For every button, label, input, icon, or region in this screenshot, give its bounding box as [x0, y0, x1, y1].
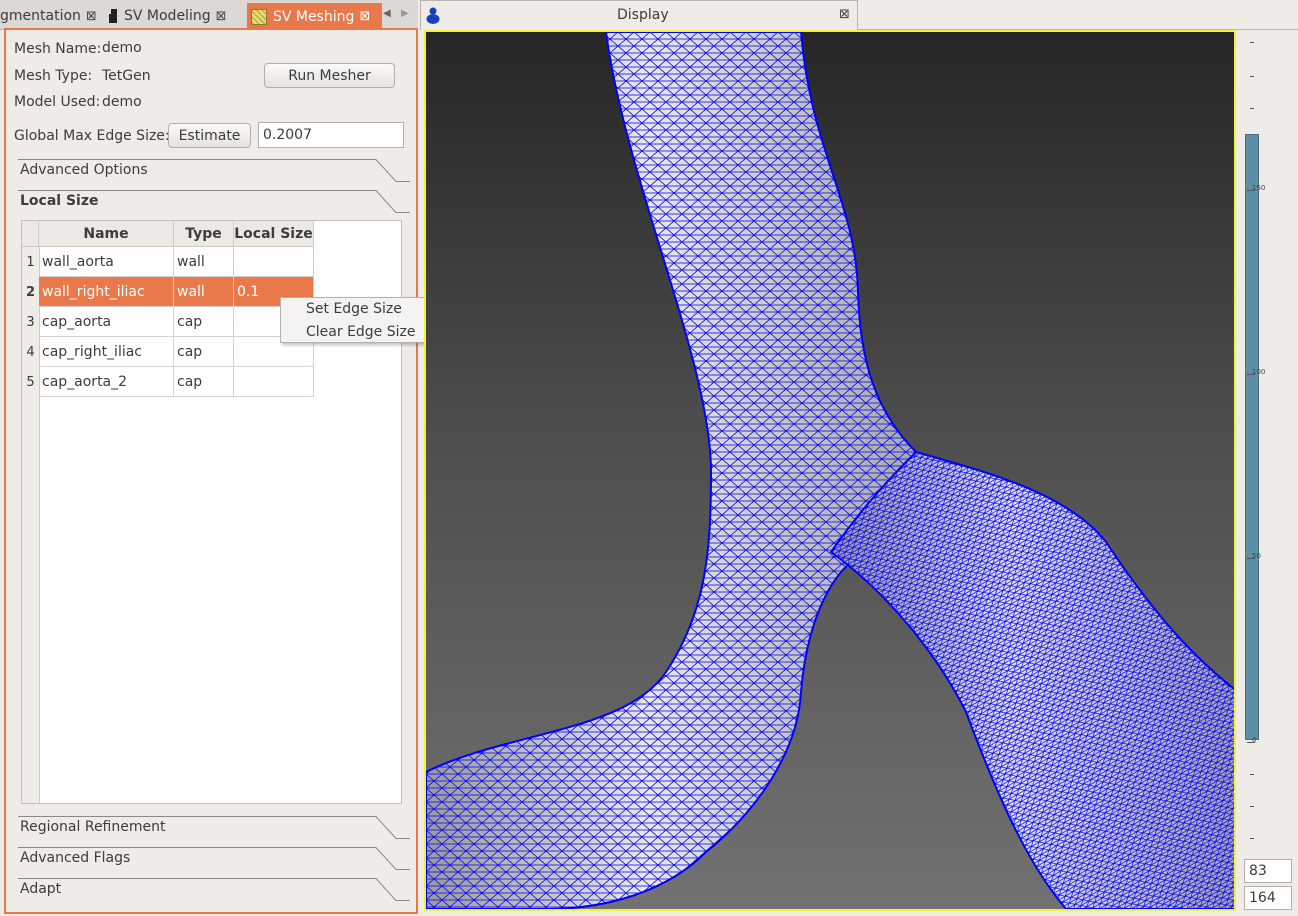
level-input[interactable]: 83	[1244, 859, 1292, 883]
scale-label-100: 100	[1252, 368, 1266, 376]
model-used-label: Model Used:	[14, 94, 101, 110]
close-icon[interactable]: ⊠	[216, 9, 227, 24]
section-title: Regional Refinement	[20, 819, 166, 835]
row-number: 4	[26, 344, 35, 360]
scroll-right-icon[interactable]: ▶	[401, 8, 409, 19]
display-tab[interactable]: Display ⊠	[420, 0, 858, 30]
regional-refinement-toggle[interactable]: Regional Refinement	[18, 816, 410, 842]
row-number: 2	[25, 284, 36, 300]
column-header-name[interactable]: Name	[39, 221, 174, 247]
cell-type[interactable]: cap	[174, 367, 234, 397]
scale-label-50: 50	[1252, 552, 1261, 560]
table-row[interactable]: 3 cap_aorta cap	[22, 307, 314, 337]
tab-label: gmentation	[0, 8, 81, 24]
mesh-type-value: TetGen	[102, 68, 151, 84]
scale-tick	[1250, 806, 1254, 807]
section-title: Adapt	[20, 881, 62, 897]
adapt-toggle[interactable]: Adapt	[18, 878, 410, 904]
window-input[interactable]: 164	[1244, 886, 1292, 910]
level-window-scale[interactable]: 150 100 50 0 83 164	[1236, 30, 1298, 916]
row-number: 3	[26, 314, 35, 330]
scale-range-bar[interactable]	[1245, 134, 1259, 740]
close-icon[interactable]: ⊠	[359, 9, 370, 24]
close-icon[interactable]: ⊠	[839, 7, 850, 22]
set-edge-size-menu-item[interactable]: Set Edge Size	[306, 301, 402, 317]
modeling-icon	[108, 8, 118, 24]
tab-label: SV Meshing	[273, 8, 355, 25]
cell-type[interactable]: wall	[174, 247, 234, 277]
scale-tick	[1250, 774, 1254, 775]
left-tab-bar: gmentation ⊠ SV Modeling ⊠ SV Meshing ⊠ …	[0, 0, 418, 30]
mesh-name-label: Mesh Name:	[14, 41, 102, 57]
column-header-local-size[interactable]: Local Size	[234, 221, 314, 247]
table-row[interactable]: 1 wall_aorta wall	[22, 247, 314, 277]
row-number: 1	[26, 254, 35, 270]
table-row[interactable]: 5 cap_aorta_2 cap	[22, 367, 314, 397]
row-number: 5	[26, 374, 35, 390]
cell-name[interactable]: cap_aorta	[39, 307, 174, 337]
context-menu: Set Edge Size Clear Edge Size	[280, 297, 442, 343]
clear-edge-size-menu-item[interactable]: Clear Edge Size	[306, 324, 415, 340]
cell-local-size[interactable]	[234, 247, 314, 277]
close-icon[interactable]: ⊠	[86, 9, 97, 24]
scale-label-150: 150	[1252, 184, 1266, 192]
scroll-left-icon[interactable]: ◀	[383, 8, 391, 19]
meshing-panel: Mesh Name: demo Mesh Type: TetGen Run Me…	[4, 28, 418, 914]
scale-tick	[1250, 42, 1254, 43]
cell-type[interactable]: wall	[174, 277, 234, 307]
tab-label: SV Modeling	[124, 8, 211, 24]
section-title: Advanced Flags	[20, 850, 131, 866]
mesh-name-value: demo	[102, 40, 142, 56]
global-max-edge-label: Global Max Edge Size:	[14, 128, 170, 144]
model-used-value: demo	[102, 94, 142, 110]
local-size-toggle[interactable]: Local Size	[18, 190, 410, 216]
cell-name[interactable]: cap_aorta_2	[39, 367, 174, 397]
estimate-button[interactable]: Estimate	[168, 123, 251, 148]
render-viewport[interactable]	[424, 30, 1236, 911]
advanced-flags-toggle[interactable]: Advanced Flags	[18, 847, 410, 873]
edge-size-input[interactable]: 0.2007	[258, 122, 404, 148]
tab-sv-meshing[interactable]: SV Meshing ⊠	[247, 3, 382, 30]
tab-segmentation[interactable]: gmentation ⊠	[0, 3, 97, 29]
tab-sv-modeling[interactable]: SV Modeling ⊠	[108, 3, 227, 29]
cell-type[interactable]: cap	[174, 307, 234, 337]
advanced-options-toggle[interactable]: Advanced Options	[18, 159, 410, 185]
display-icon	[425, 7, 441, 29]
scale-tick	[1250, 76, 1254, 77]
scale-tick	[1250, 838, 1254, 839]
cell-type[interactable]: cap	[174, 337, 234, 367]
mesh-icon	[251, 8, 267, 25]
run-mesher-button[interactable]: Run Mesher	[264, 63, 395, 88]
cell-name[interactable]: wall_aorta	[39, 247, 174, 277]
table-row[interactable]: 4 cap_right_iliac cap	[22, 337, 314, 367]
cell-name[interactable]: wall_right_iliac	[39, 277, 174, 307]
cell-name[interactable]: cap_right_iliac	[39, 337, 174, 367]
table-row-selected[interactable]: 2 wall_right_iliac wall 0.1	[22, 277, 314, 307]
column-header-type[interactable]: Type	[174, 221, 234, 247]
corner-header	[22, 221, 39, 247]
section-title: Advanced Options	[20, 162, 148, 178]
mesh-type-label: Mesh Type:	[14, 68, 93, 84]
section-title: Local Size	[20, 193, 99, 209]
display-tab-label: Display	[617, 7, 669, 23]
scale-tick	[1250, 108, 1254, 109]
cell-local-size[interactable]	[234, 367, 314, 397]
scale-label-0: 0	[1252, 736, 1257, 744]
vessel-mesh	[426, 32, 1234, 909]
